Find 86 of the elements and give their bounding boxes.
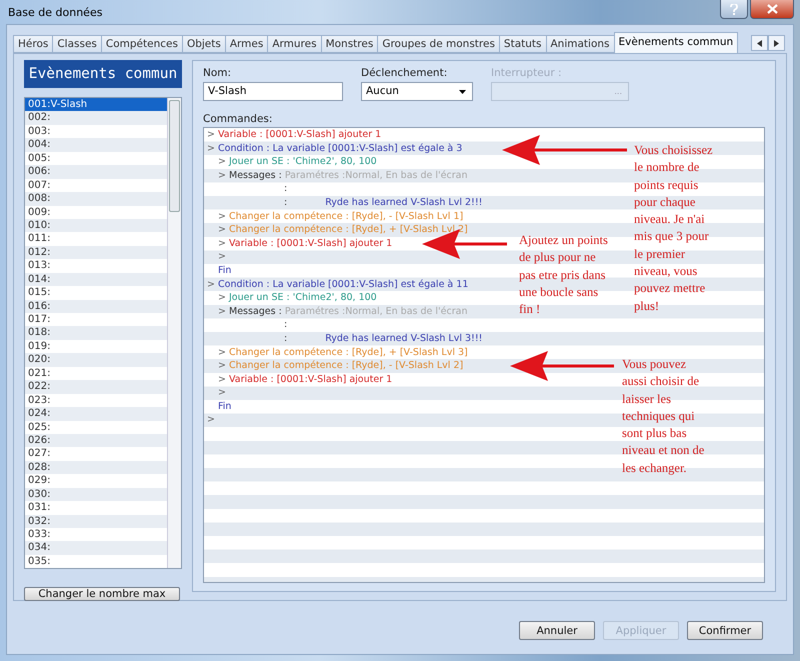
tab-scroll-right-icon[interactable] <box>768 35 785 51</box>
event-list-item[interactable]: 002: <box>25 111 167 125</box>
name-label: Nom: <box>203 67 232 79</box>
command-text[interactable]: Condition : La variable [0001:V-Slash] est égale à 11 <box>218 278 468 292</box>
message-colon: : <box>284 196 288 210</box>
commands-label: Commandes: <box>203 113 274 125</box>
tab[interactable]: Animations <box>546 35 615 53</box>
command-marker: > <box>218 359 227 373</box>
command-marker: > <box>218 210 227 224</box>
help-icon[interactable] <box>720 0 748 19</box>
tab[interactable]: Héros <box>13 35 54 53</box>
event-list-item[interactable]: 030: <box>25 488 167 502</box>
tab[interactable]: Monstres <box>320 35 378 53</box>
command-marker: > <box>218 168 227 182</box>
command-marker: > <box>218 223 227 237</box>
command-marker: > <box>207 142 216 156</box>
tab[interactable]: Groupes de monstres <box>377 35 500 53</box>
command-marker: > <box>218 250 227 264</box>
event-list-item[interactable]: 003: <box>25 124 167 138</box>
window-title: Base de données <box>7 6 102 18</box>
tab[interactable]: Classes <box>52 35 102 53</box>
tab[interactable]: Objets <box>182 35 226 53</box>
annotation-text: Vous pouvez aussi choisir de laisser les techniques qui sont plus bas niveau et non de les echanger. <box>622 356 706 477</box>
tab-scroll-left-icon[interactable] <box>751 35 768 51</box>
event-list-item[interactable]: 006: <box>25 165 167 179</box>
annotation-text: Ajoutez un points de plus pour ne pas etre pris dans une boucle sans fin ! <box>519 232 609 318</box>
message-params: Paramétres :Normal, En bas de l'écran <box>284 304 468 318</box>
close-icon[interactable] <box>750 0 794 19</box>
end-label: Fin <box>218 264 232 278</box>
event-list-item[interactable]: 022: <box>25 380 167 394</box>
dialog-button[interactable]: Annuler <box>519 621 595 640</box>
command-text[interactable]: Messages : <box>229 304 282 318</box>
end-label: Fin <box>218 400 232 414</box>
event-list-item[interactable]: 026: <box>25 434 167 448</box>
tab[interactable]: Armures <box>267 35 322 53</box>
command-marker: > <box>207 128 216 142</box>
message-line: Ryde has learned V-Slash Lvl 3!!! <box>325 332 482 346</box>
event-list-item[interactable]: 016: <box>25 300 167 313</box>
command-marker: > <box>218 346 227 360</box>
message-params: Paramétres :Normal, En bas de l'écran <box>284 168 468 182</box>
message-colon: : <box>284 182 288 196</box>
message-colon: : <box>284 332 288 346</box>
section-header: Evènements commun <box>24 60 182 88</box>
tab[interactable]: Compétences <box>100 35 183 53</box>
command-marker: > <box>207 278 216 292</box>
event-list-item[interactable]: 018: <box>25 326 167 340</box>
message-line: Ryde has learned V-Slash Lvl 2!!! <box>325 196 482 210</box>
annotation-text: Vous choisissez le nombre de points requis pour chaque niveau. Je n'ai mis que 3 pour le premier niveau, vous pouvez mettre plus! <box>634 142 714 315</box>
command-marker: > <box>218 304 227 318</box>
command-marker: > <box>218 372 227 386</box>
command-marker: > <box>218 155 227 169</box>
tab[interactable]: Evènements commun <box>614 32 738 53</box>
change-max-button[interactable]: Changer le nombre max <box>24 587 180 602</box>
tab[interactable]: Statuts <box>498 35 546 53</box>
event-list-item[interactable]: 024: <box>25 407 167 420</box>
event-list-item[interactable]: 010: <box>25 218 167 232</box>
event-list-item[interactable]: 028: <box>25 460 167 474</box>
name-field[interactable]: V-Slash <box>203 82 343 101</box>
command-text[interactable]: Messages : <box>229 168 282 182</box>
tab[interactable]: Armes <box>224 35 268 53</box>
trigger-dropdown[interactable]: Aucun <box>361 82 473 101</box>
message-colon: : <box>284 318 288 332</box>
scrollbar[interactable] <box>167 98 181 568</box>
event-list-item[interactable]: 034: <box>25 541 167 555</box>
command-text[interactable]: Variable : [0001:V-Slash] ajouter 1 <box>218 128 382 142</box>
event-list-item[interactable]: 033: <box>25 528 167 542</box>
caret-icon <box>459 90 466 94</box>
command-marker: > <box>207 413 216 428</box>
command-text[interactable]: Variable : [0001:V-Slash] ajouter 1 <box>229 372 392 386</box>
event-list-item[interactable]: 008: <box>25 192 167 206</box>
event-list-item[interactable]: 019: <box>25 340 167 354</box>
event-list-item[interactable]: 001:V-Slash <box>25 98 167 112</box>
event-list-item[interactable]: 032: <box>25 514 167 528</box>
command-text[interactable]: Variable : [0001:V-Slash] ajouter 1 <box>229 236 392 250</box>
command-marker: > <box>218 236 227 250</box>
command-marker: > <box>218 291 227 305</box>
event-list-item[interactable]: 004: <box>25 138 167 152</box>
event-list-item[interactable]: 012: <box>25 246 167 260</box>
trigger-label: Déclenchement: <box>361 67 448 79</box>
event-list-item[interactable]: 020: <box>25 353 167 367</box>
command-text[interactable]: Condition : La variable [0001:V-Slash] est égale à 3 <box>218 142 462 156</box>
event-list-item[interactable]: 014: <box>25 272 167 286</box>
event-list-item[interactable]: 017: <box>25 313 167 326</box>
switch-label: Interrupteur : <box>491 67 563 79</box>
command-marker: > <box>218 386 227 400</box>
dialog-button[interactable]: Confirmer <box>687 621 763 640</box>
